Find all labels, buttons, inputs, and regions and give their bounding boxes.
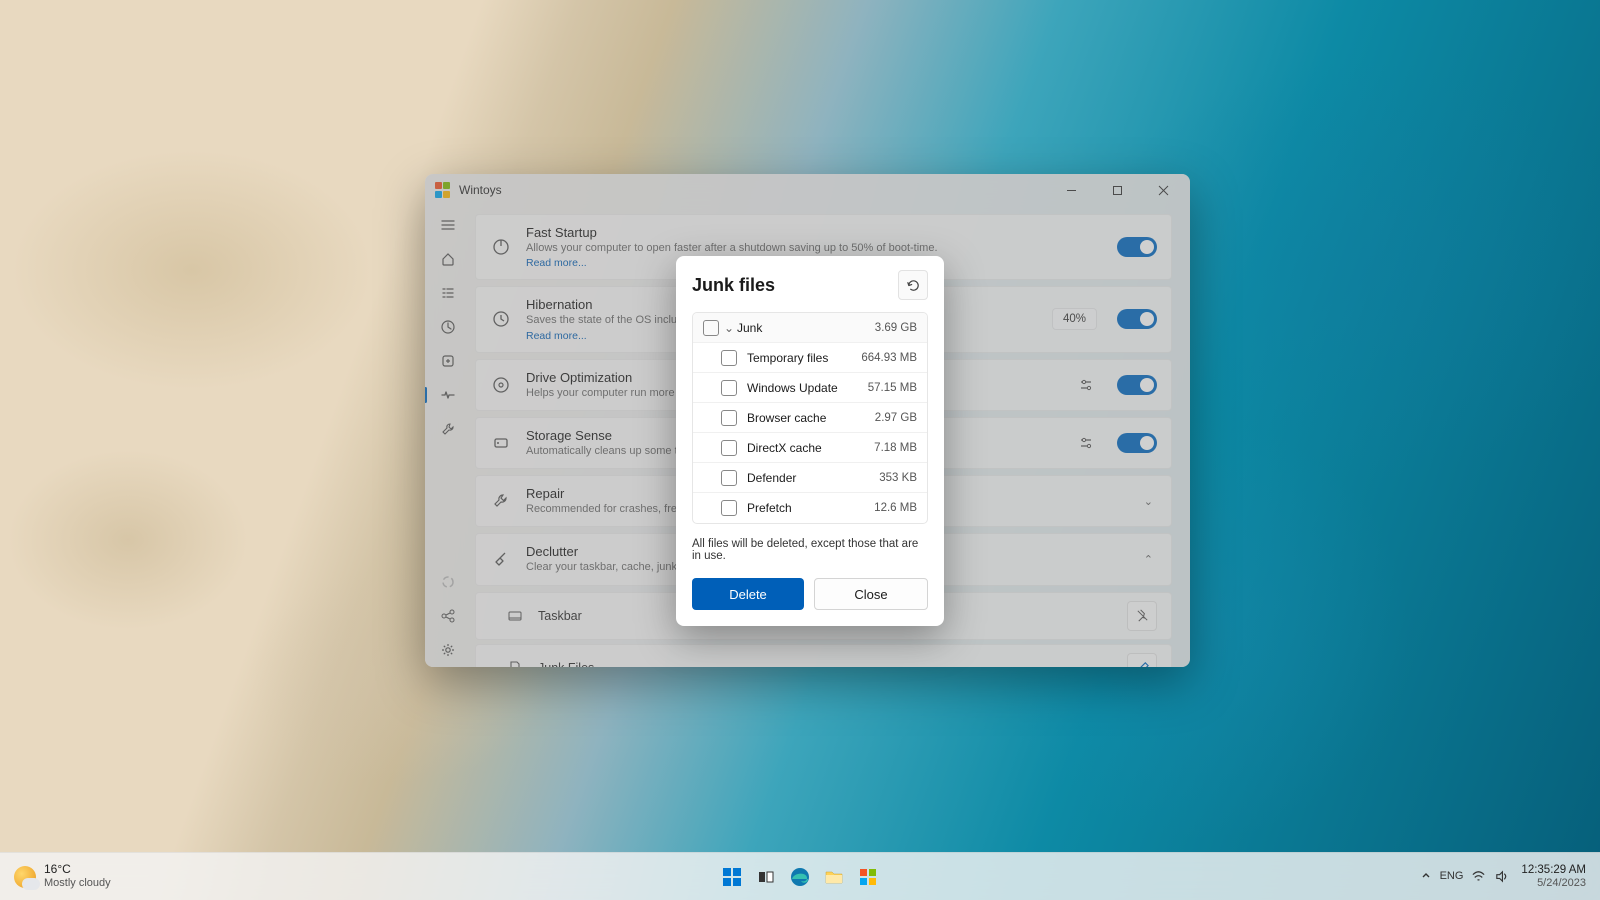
weather-icon (14, 866, 36, 888)
checkbox[interactable] (721, 470, 737, 486)
tree-item-browser[interactable]: Browser cache 2.97 GB (693, 403, 927, 433)
tree-label: Temporary files (747, 351, 861, 365)
wifi-icon[interactable] (1471, 869, 1486, 884)
wintoys-taskbar-icon[interactable] (855, 864, 881, 890)
tree-label: Browser cache (747, 411, 875, 425)
taskbar-center (719, 864, 881, 890)
tree-item-directx[interactable]: DirectX cache 7.18 MB (693, 433, 927, 463)
edge-icon[interactable] (787, 864, 813, 890)
tree-label: DirectX cache (747, 441, 874, 455)
tree-size: 2.97 GB (875, 412, 917, 424)
tree-label: Defender (747, 471, 879, 485)
tree-root[interactable]: ⌄ Junk 3.69 GB (693, 313, 927, 343)
dialog-note: All files will be deleted, except those … (692, 538, 928, 562)
tree-item-winupdate[interactable]: Windows Update 57.15 MB (693, 373, 927, 403)
tree-size: 353 KB (879, 472, 917, 484)
close-dialog-button[interactable]: Close (814, 578, 928, 610)
volume-icon[interactable] (1494, 869, 1509, 884)
checkbox-junk[interactable] (703, 320, 719, 336)
tree-size: 664.93 MB (861, 352, 917, 364)
clock-time: 12:35:29 AM (1521, 864, 1586, 877)
tree-item-defender[interactable]: Defender 353 KB (693, 463, 927, 493)
tree-label: Prefetch (747, 501, 874, 515)
checkbox[interactable] (721, 350, 737, 366)
checkbox[interactable] (721, 380, 737, 396)
taskbar[interactable]: 16°C Mostly cloudy ENG 12:35:29 AM 5/2 (0, 852, 1600, 900)
taskbar-clock[interactable]: 12:35:29 AM 5/24/2023 (1521, 864, 1586, 890)
tree-size: 12.6 MB (874, 502, 917, 514)
explorer-icon[interactable] (821, 864, 847, 890)
taskview-button[interactable] (753, 864, 779, 890)
clock-date: 5/24/2023 (1521, 877, 1586, 890)
tree-item-temp[interactable]: Temporary files 664.93 MB (693, 343, 927, 373)
tree-item-prefetch[interactable]: Prefetch 12.6 MB (693, 493, 927, 523)
delete-button[interactable]: Delete (692, 578, 804, 610)
tray-lang[interactable]: ENG (1440, 870, 1464, 882)
tree-label: Junk (737, 321, 875, 335)
checkbox[interactable] (721, 410, 737, 426)
taskbar-weather[interactable]: 16°C Mostly cloudy (0, 863, 111, 889)
junk-files-dialog: Junk files ⌄ Junk 3.69 GB Temporary file… (676, 256, 944, 626)
tray-chevron-icon[interactable] (1420, 870, 1432, 882)
weather-temp: 16°C (44, 863, 111, 877)
tree-size: 57.15 MB (868, 382, 917, 394)
refresh-button[interactable] (898, 270, 928, 300)
chevron-down-icon[interactable]: ⌄ (724, 321, 732, 335)
junk-tree: ⌄ Junk 3.69 GB Temporary files 664.93 MB… (692, 312, 928, 524)
weather-cond: Mostly cloudy (44, 877, 111, 890)
tree-label: Windows Update (747, 381, 868, 395)
start-button[interactable] (719, 864, 745, 890)
tree-size: 7.18 MB (874, 442, 917, 454)
checkbox[interactable] (721, 500, 737, 516)
tree-size: 3.69 GB (875, 322, 917, 334)
checkbox[interactable] (721, 440, 737, 456)
dialog-title: Junk files (692, 275, 898, 296)
